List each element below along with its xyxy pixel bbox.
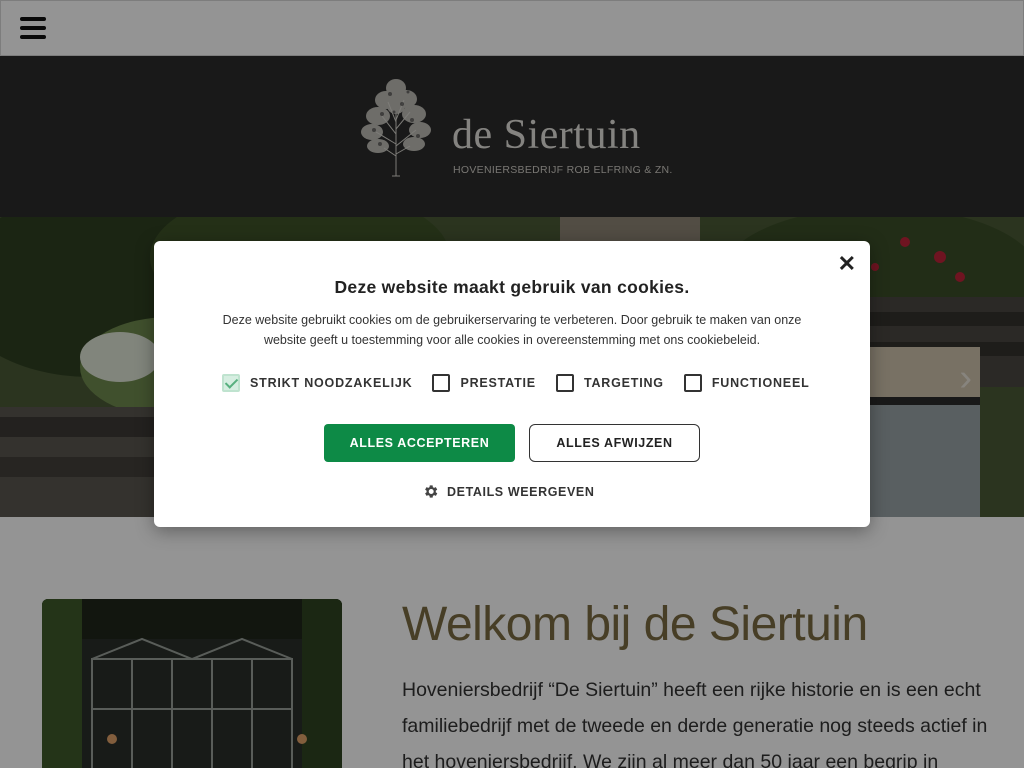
option-functioneel[interactable]: FUNCTIONEEL (683, 374, 810, 392)
close-icon[interactable]: ✕ (838, 251, 856, 277)
details-toggle[interactable]: DETAILS WEERGEVEN (422, 483, 594, 500)
option-label: PRESTATIE (460, 376, 536, 390)
checkbox-targeting[interactable] (555, 374, 574, 392)
decline-all-button[interactable]: ALLES AFWIJZEN (529, 424, 700, 462)
accept-all-button[interactable]: ALLES ACCEPTEREN (324, 424, 515, 462)
cookie-dialog: ✕ Deze website maakt gebruik van cookies… (154, 241, 870, 527)
cookie-text: Deze website gebruikt cookies om de gebr… (222, 313, 802, 347)
option-label: STRIKT NOODZAKELIJK (250, 376, 413, 390)
gear-icon (425, 485, 438, 498)
cookie-title: Deze website maakt gebruik van cookies. (334, 277, 690, 297)
option-prestatie[interactable]: PRESTATIE (432, 374, 536, 392)
checkbox-strikt-noodzakelijk[interactable] (222, 374, 240, 392)
option-label: FUNCTIONEEL (711, 376, 810, 390)
checkbox-functioneel[interactable] (683, 374, 702, 392)
option-label: TARGETING (583, 376, 664, 390)
checkbox-prestatie[interactable] (432, 374, 451, 392)
details-label: DETAILS WEERGEVEN (447, 484, 595, 499)
cookie-options: STRIKT NOODZAKELIJK PRESTATIE TARGETING … (222, 374, 830, 392)
option-strikt-noodzakelijk[interactable]: STRIKT NOODZAKELIJK (222, 374, 412, 392)
option-targeting[interactable]: TARGETING (555, 374, 664, 392)
